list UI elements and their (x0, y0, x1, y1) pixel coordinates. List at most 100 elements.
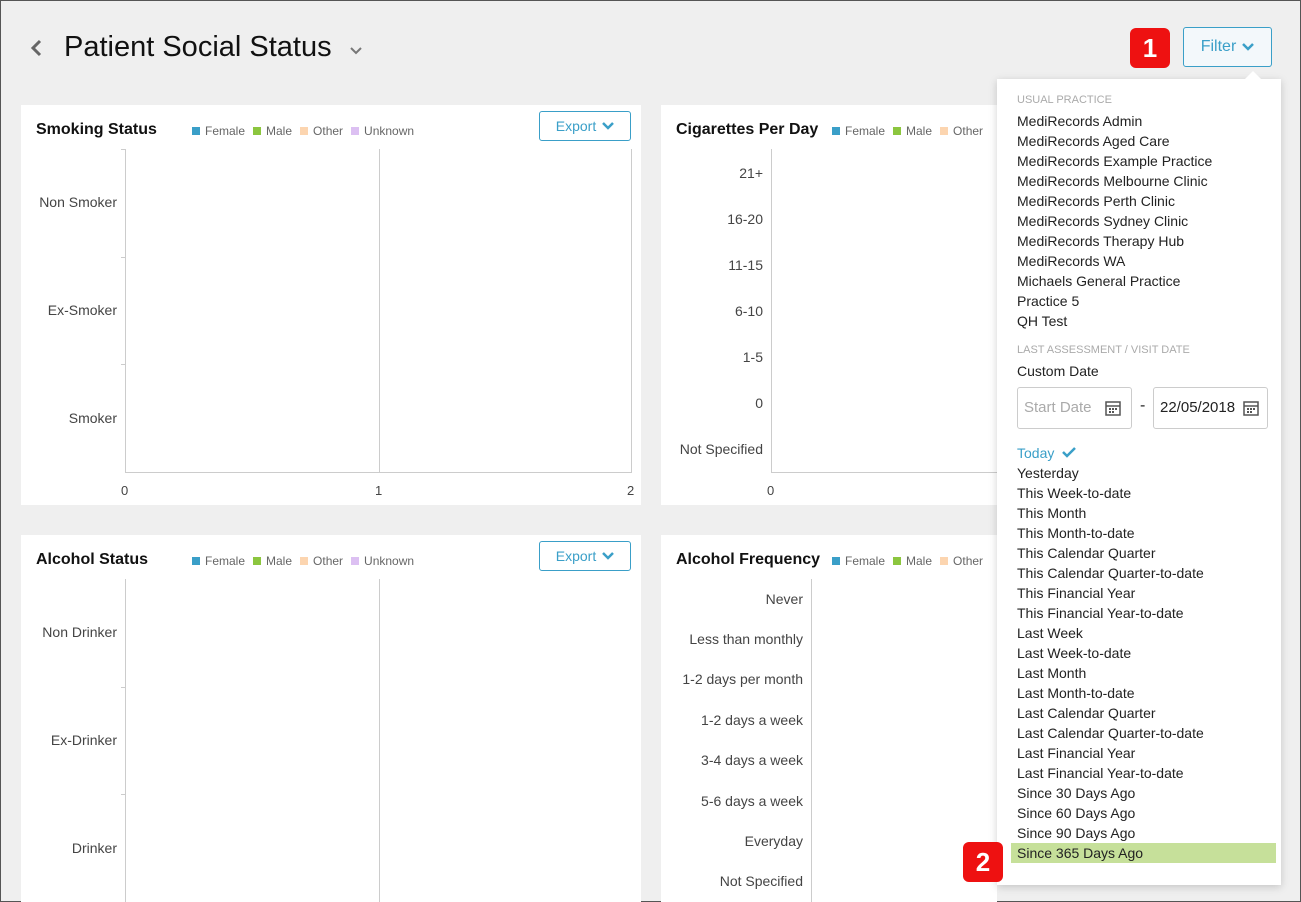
date-range-option[interactable]: This Month-to-date (1017, 523, 1135, 543)
practice-option[interactable]: Michaels General Practice (1017, 271, 1180, 291)
date-range-option-label: Last Month (1017, 665, 1087, 681)
legend-label: Male (266, 124, 293, 138)
legend-item[interactable]: Female (832, 124, 885, 138)
date-range-option[interactable]: Today (1017, 443, 1077, 463)
y-axis-label: Non Drinker (42, 624, 117, 640)
date-range-option[interactable]: Since 90 Days Ago (1017, 823, 1135, 843)
chart-legend: Female Male Other Unknown (192, 554, 414, 568)
export-button[interactable]: Export (539, 541, 631, 571)
chart-legend: Female Male Other (832, 124, 983, 138)
calendar-icon[interactable] (1105, 400, 1121, 416)
date-range-option-label: Last Calendar Quarter (1017, 705, 1156, 721)
date-range-option-label: Last Week (1017, 625, 1083, 641)
export-button-label: Export (555, 548, 597, 564)
practice-option[interactable]: MediRecords Admin (1017, 111, 1142, 131)
legend-item[interactable]: Other (940, 554, 983, 568)
gridline (631, 149, 632, 473)
practice-option[interactable]: MediRecords WA (1017, 251, 1125, 271)
x-axis-label: 2 (627, 483, 635, 498)
practice-option[interactable]: Practice 5 (1017, 291, 1079, 311)
card-title: Smoking Status (36, 121, 157, 138)
date-range-option-label: Today (1017, 445, 1055, 461)
legend-item[interactable]: Male (253, 124, 292, 138)
export-button[interactable]: Export (539, 111, 631, 141)
practice-option[interactable]: MediRecords Therapy Hub (1017, 231, 1184, 251)
y-axis-label: 0 (755, 395, 763, 411)
date-range-option[interactable]: This Calendar Quarter (1017, 543, 1156, 563)
y-axis-line (771, 149, 772, 473)
practice-option[interactable]: MediRecords Sydney Clinic (1017, 211, 1188, 231)
date-range-option[interactable]: Last Financial Year-to-date (1017, 763, 1184, 783)
date-range-option[interactable]: This Financial Year-to-date (1017, 603, 1184, 623)
practice-option[interactable]: MediRecords Melbourne Clinic (1017, 171, 1208, 191)
legend-item[interactable]: Other (300, 124, 343, 138)
date-range-option[interactable]: This Financial Year (1017, 583, 1135, 603)
chevron-down-icon[interactable] (348, 43, 364, 59)
chart-legend: Female Male Other (832, 554, 983, 568)
legend-swatch (832, 127, 840, 135)
legend-item[interactable]: Male (893, 554, 932, 568)
date-range-option[interactable]: Since 365 Days Ago (1011, 843, 1276, 863)
page-title[interactable]: Patient Social Status (64, 31, 332, 64)
filter-dropdown: USUAL PRACTICE MediRecords Admin MediReco… (997, 71, 1281, 885)
date-range-option[interactable]: Since 30 Days Ago (1017, 783, 1135, 803)
y-axis-label: 1-5 (742, 349, 763, 365)
date-range-option-label: Yesterday (1017, 465, 1079, 481)
legend-item[interactable]: Female (832, 554, 885, 568)
date-range-option[interactable]: Last Month-to-date (1017, 683, 1135, 703)
legend-swatch (192, 557, 200, 565)
back-icon[interactable] (29, 35, 49, 61)
section-heading-visit-date: LAST ASSESSMENT / VISIT DATE (1017, 344, 1190, 356)
y-axis-line (811, 579, 812, 902)
date-range-option[interactable]: Last Financial Year (1017, 743, 1135, 763)
date-range-option[interactable]: Last Month (1017, 663, 1086, 683)
date-range-option[interactable]: Last Calendar Quarter-to-date (1017, 723, 1204, 743)
practice-option[interactable]: MediRecords Aged Care (1017, 131, 1170, 151)
date-range-option[interactable]: Since 60 Days Ago (1017, 803, 1135, 823)
chevron-down-icon (602, 122, 615, 130)
chevron-down-icon (602, 552, 615, 560)
date-range-option[interactable]: Last Calendar Quarter (1017, 703, 1156, 723)
legend-item[interactable]: Unknown (351, 124, 414, 138)
legend-label: Unknown (364, 554, 415, 568)
legend-label: Other (313, 124, 344, 138)
start-date-field[interactable]: Start Date (1017, 387, 1132, 429)
y-axis-label: Ex-Smoker (47, 302, 117, 318)
legend-item[interactable]: Male (253, 554, 292, 568)
export-button-label: Export (555, 118, 597, 134)
filter-button[interactable]: Filter (1183, 27, 1272, 67)
gridline (379, 579, 380, 902)
legend-item[interactable]: Other (300, 554, 343, 568)
date-range-option[interactable]: This Calendar Quarter-to-date (1017, 563, 1204, 583)
legend-label: Other (953, 124, 984, 138)
legend-swatch (300, 127, 309, 135)
date-range-option[interactable]: Last Week-to-date (1017, 643, 1131, 663)
date-range-option-label: Last Calendar Quarter-to-date (1017, 725, 1204, 741)
y-axis-label: 16-20 (727, 211, 763, 227)
date-range-option[interactable]: Last Week (1017, 623, 1083, 643)
y-axis-label: Smoker (68, 410, 117, 426)
end-date-field[interactable]: 22/05/2018 (1153, 387, 1268, 429)
card-title: Cigarettes Per Day (676, 121, 819, 138)
legend-item[interactable]: Unknown (351, 554, 414, 568)
calendar-icon[interactable] (1243, 400, 1259, 416)
legend-swatch (351, 127, 360, 135)
practice-option[interactable]: QH Test (1017, 311, 1067, 331)
date-range-option[interactable]: Yesterday (1017, 463, 1079, 483)
cigarettes-per-day-card: Cigarettes Per Day Female Male Other 21+ 1… (661, 105, 997, 505)
y-axis-label: 5-6 days a week (701, 793, 803, 809)
legend-swatch (940, 127, 949, 135)
legend-item[interactable]: Female (192, 554, 245, 568)
legend-item[interactable]: Other (940, 124, 983, 138)
smoking-status-card: Smoking Status Female Male Other Unknown Ex… (21, 105, 641, 505)
practice-option[interactable]: MediRecords Example Practice (1017, 151, 1212, 171)
legend-item[interactable]: Male (893, 124, 932, 138)
legend-item[interactable]: Female (192, 124, 245, 138)
y-axis-label: Not Specified (719, 873, 803, 889)
x-axis-line (771, 472, 997, 473)
custom-date-label: Custom Date (1017, 363, 1099, 379)
practice-option[interactable]: MediRecords Perth Clinic (1017, 191, 1175, 211)
date-range-option[interactable]: This Week-to-date (1017, 483, 1131, 503)
date-range-option[interactable]: This Month (1017, 503, 1086, 523)
step-badge-1: 1 (1130, 28, 1170, 68)
